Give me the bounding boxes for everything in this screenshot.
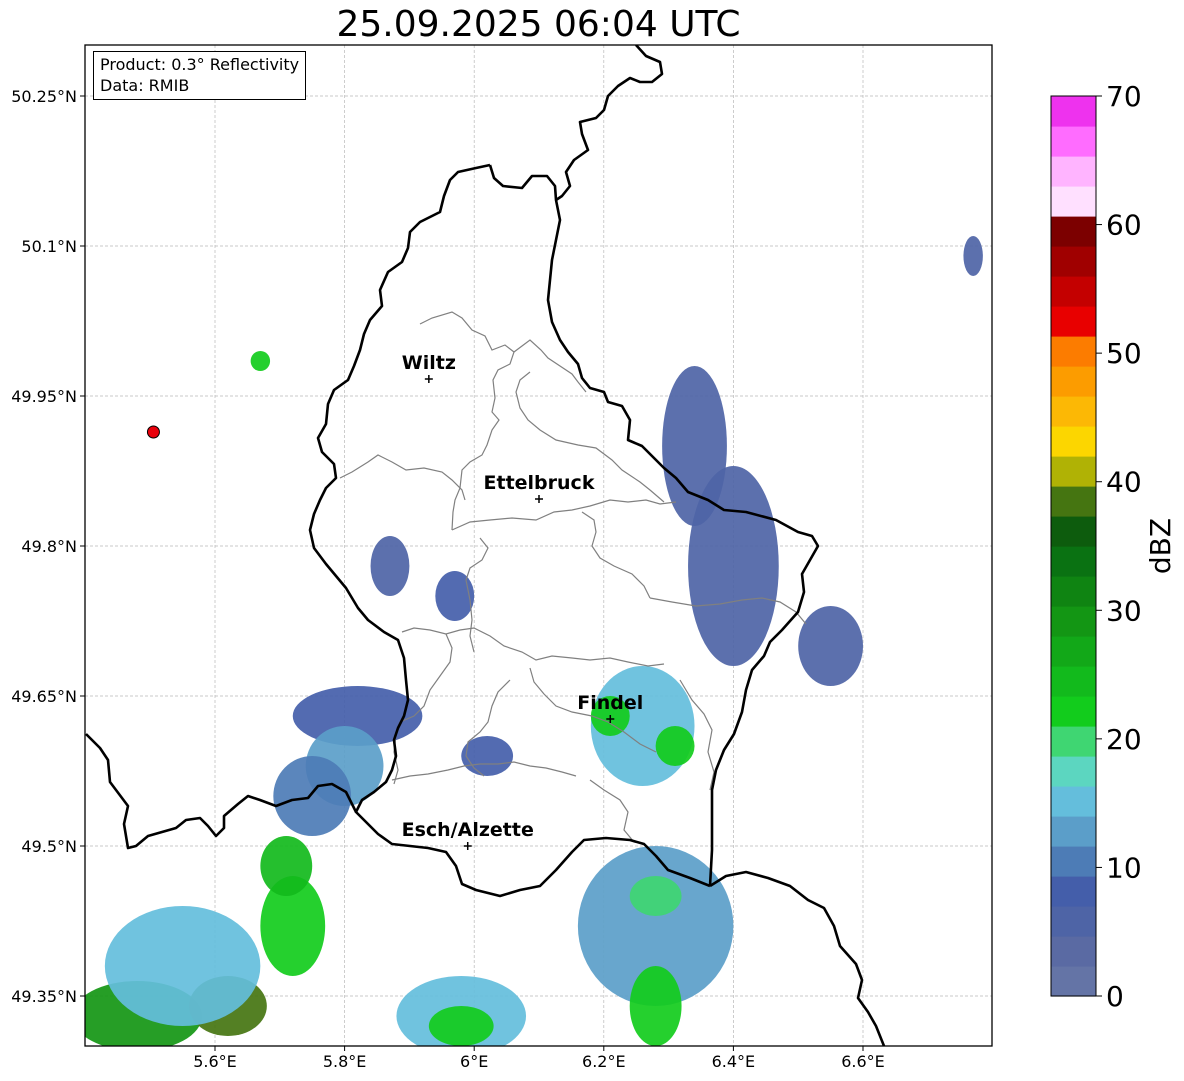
colorbar-segment [1051, 966, 1096, 997]
radar-map: 5.6°E 5.8°E 6°E 6.2°E 6.4°E 6.6°E 50.25°N 50.1°… [11, 44, 1177, 1071]
x-tick-label: 6°E [460, 1052, 488, 1071]
reflectivity-cell [273, 756, 352, 836]
colorbar-tick-label: 10 [1106, 851, 1142, 884]
reflectivity-cell [428, 1006, 494, 1046]
reflectivity-cell [260, 836, 313, 896]
colorbar-segment [1051, 456, 1096, 487]
reflectivity-cell [629, 966, 682, 1046]
colorbar-tick-label: 50 [1106, 337, 1142, 370]
reflectivity-cell [963, 236, 983, 276]
colorbar-title: dBZ [1144, 518, 1177, 574]
colorbar-segment [1051, 366, 1096, 397]
city-label: Ettelbruck [484, 472, 595, 494]
colorbar-segment [1051, 726, 1096, 757]
colorbar-segment [1051, 96, 1096, 127]
y-tick-label: 49.65°N [11, 687, 77, 706]
product-info-box: Product: 0.3° Reflectivity Data: RMIB [93, 51, 307, 100]
product-label: Product: 0.3° Reflectivity [100, 55, 300, 74]
colorbar-segment [1051, 156, 1096, 187]
colorbar-tick-label: 30 [1106, 594, 1142, 627]
y-tick-label: 50.1°N [21, 237, 77, 256]
x-tick-label: 5.6°E [193, 1052, 237, 1071]
reflectivity-cell [250, 351, 271, 371]
colorbar-segment [1051, 516, 1096, 547]
city-label: Findel [577, 692, 643, 714]
colorbar-segment [1051, 756, 1096, 787]
reflectivity-cell [370, 536, 410, 596]
reflectivity-cell [435, 571, 475, 621]
colorbar-segment [1051, 696, 1096, 727]
colorbar-segment [1051, 336, 1096, 367]
colorbar-segment [1051, 426, 1096, 457]
colorbar-segment [1051, 846, 1096, 877]
colorbar-tick-label: 60 [1106, 209, 1142, 242]
colorbar-segment [1051, 216, 1096, 247]
x-tick-label: 5.8°E [323, 1052, 367, 1071]
x-tick-label: 6.2°E [582, 1052, 626, 1071]
y-tick-label: 49.8°N [21, 537, 77, 556]
colorbar-segment [1051, 816, 1096, 847]
radar-site-marker [146, 425, 160, 439]
colorbar-tick-label: 40 [1106, 466, 1142, 499]
colorbar-segment [1051, 906, 1096, 937]
colorbar-segment [1051, 636, 1096, 667]
reflectivity-cell [798, 606, 863, 686]
colorbar-tick-label: 20 [1106, 723, 1142, 756]
colorbar-segment [1051, 876, 1096, 907]
colorbar-segment [1051, 126, 1096, 157]
reflectivity-cell [655, 726, 695, 766]
colorbar-segment [1051, 396, 1096, 427]
y-tick-label: 49.95°N [11, 387, 77, 406]
data-source-label: Data: RMIB [100, 76, 190, 95]
reflectivity-cell [461, 736, 514, 776]
y-tick-label: 49.5°N [21, 837, 77, 856]
colorbar-segment [1051, 276, 1096, 307]
colorbar-segment [1051, 486, 1096, 517]
y-tick-label: 49.35°N [11, 987, 77, 1006]
colorbar-segment [1051, 576, 1096, 607]
colorbar-tick-label: 0 [1106, 980, 1124, 1013]
colorbar: 0 10 20 30 40 50 60 70 dBZ [1050, 80, 1177, 1013]
colorbar-segment [1051, 936, 1096, 967]
colorbar-segment [1051, 546, 1096, 577]
colorbar-segment [1051, 246, 1096, 277]
city-label: Wiltz [402, 352, 456, 374]
colorbar-tick-label: 70 [1106, 80, 1142, 113]
reflectivity-cell [629, 876, 682, 916]
colorbar-segment [1051, 186, 1096, 217]
colorbar-segment [1051, 666, 1096, 697]
colorbar-segment [1051, 606, 1096, 637]
x-tick-label: 6.4°E [712, 1052, 756, 1071]
y-tick-label: 50.25°N [11, 87, 77, 106]
city-label: Esch/Alzette [402, 819, 534, 841]
reflectivity-cell [104, 906, 261, 1026]
x-tick-label: 6.6°E [841, 1052, 885, 1071]
colorbar-segment [1051, 306, 1096, 337]
colorbar-segment [1051, 786, 1096, 817]
